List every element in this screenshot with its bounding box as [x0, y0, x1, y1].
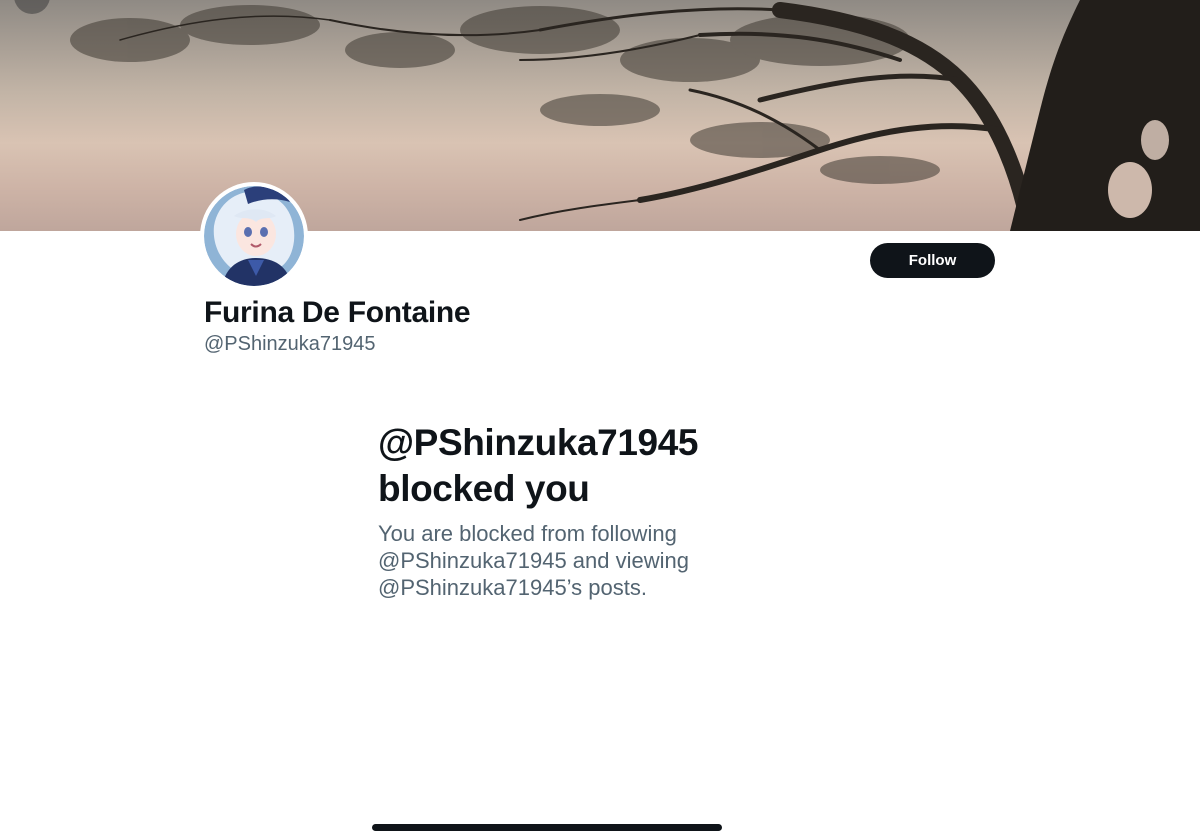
follow-button[interactable]: Follow	[870, 243, 995, 278]
header-banner-image[interactable]	[0, 0, 1200, 231]
avatar-image	[204, 186, 304, 286]
blocked-title-text: blocked you	[378, 468, 590, 509]
profile-handle: @PShinzuka71945	[204, 333, 376, 355]
blocked-description: You are blocked from following @PShinzuk…	[378, 520, 738, 601]
blocked-title-handle: @PShinzuka71945	[378, 422, 699, 463]
profile-display-name: Furina De Fontaine	[204, 296, 471, 329]
blocked-desc-line-1: You are blocked from following	[378, 521, 677, 546]
tree-silhouette	[70, 0, 1200, 231]
blocked-desc-line-3: @PShinzuka71945’s posts.	[378, 575, 647, 600]
blocked-desc-line-2: @PShinzuka71945 and viewing	[378, 548, 689, 573]
home-indicator[interactable]	[372, 824, 722, 831]
blocked-title: @PShinzuka71945 blocked you	[378, 420, 818, 512]
profile-avatar[interactable]	[200, 182, 308, 290]
